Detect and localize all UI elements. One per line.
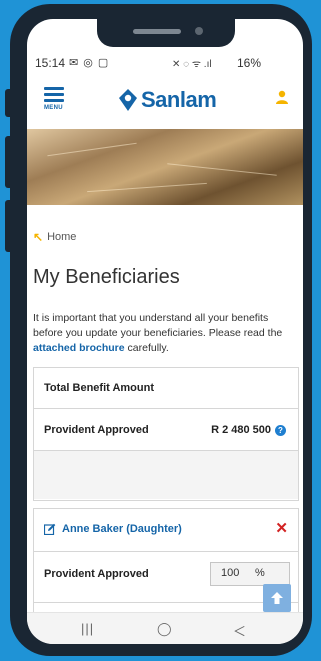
phone-notch (97, 19, 235, 47)
notification-icons: ✉ ◎ ▢ (69, 57, 110, 69)
hamburger-icon (44, 93, 64, 96)
user-icon (276, 90, 288, 104)
scroll-to-top-button[interactable] (263, 584, 291, 612)
status-bar: 15:14 ✉ ◎ ▢ ✕ ◌ ᯤ .ıl 16% (27, 56, 303, 72)
fund-label: Provident Approved (44, 568, 149, 580)
page-title: My Beneficiaries (33, 266, 180, 288)
percentage-input[interactable]: 100 % (210, 562, 290, 586)
menu-label: MENU (44, 105, 63, 111)
total-benefit-header: Total Benefit Amount (44, 382, 154, 394)
percentage-value: 100 (221, 567, 240, 579)
app-header: MENU Sanlam (27, 81, 303, 129)
table-row: Provident Approved R 2 480 500 ? (34, 409, 298, 451)
recent-apps-button[interactable]: ||| (81, 621, 94, 636)
screen: 15:14 ✉ ◎ ▢ ✕ ◌ ᯤ .ıl 16% MENU Sanlam ↖ … (27, 19, 303, 644)
back-button[interactable]: ＜ (233, 621, 246, 640)
benefit-label: Provident Approved (44, 424, 149, 436)
speaker (133, 29, 181, 34)
signal-icons: ✕ ◌ ᯤ .ıl (172, 59, 212, 70)
table-header-row: Total Benefit Amount (34, 368, 298, 409)
breadcrumb[interactable]: ↖ Home (33, 230, 76, 244)
beneficiary-allocation-row: Provident Approved 100 % (34, 552, 298, 603)
brand-logo[interactable]: Sanlam (119, 87, 217, 113)
help-icon[interactable]: ? (275, 424, 286, 436)
camera (195, 27, 203, 35)
beneficiary-header-row: Anne Baker (Daughter) ✕ (34, 509, 298, 552)
sanlam-shield-icon (119, 89, 137, 111)
battery-level: 16% (237, 56, 262, 70)
intro-text-start: It is important that you understand all … (33, 312, 283, 339)
benefit-amount-value: R 2 480 500 (211, 424, 271, 436)
android-nav-bar: ||| ◯ ＜ (27, 612, 303, 644)
remove-beneficiary-icon[interactable]: ✕ (275, 519, 288, 537)
phone-frame: 15:14 ✉ ◎ ▢ ✕ ◌ ᯤ .ıl 16% MENU Sanlam ↖ … (5, 4, 312, 656)
edit-beneficiary-link[interactable]: Anne Baker (Daughter) (44, 523, 182, 535)
home-button[interactable]: ◯ (157, 621, 172, 637)
intro-text: It is important that you understand all … (33, 311, 297, 356)
benefit-amount: R 2 480 500 ? (211, 424, 286, 436)
arrow-up-icon (271, 592, 283, 604)
hamburger-icon (44, 87, 64, 90)
hamburger-icon (44, 99, 64, 102)
user-profile-button[interactable] (275, 90, 289, 109)
arrow-up-left-icon: ↖ (33, 230, 44, 244)
percentage-unit: % (255, 567, 265, 579)
menu-button[interactable]: MENU (44, 87, 64, 111)
intro-text-end: carefully. (124, 342, 169, 354)
brand-name: Sanlam (141, 87, 217, 112)
side-button (5, 136, 11, 188)
table-empty-row (34, 451, 298, 499)
hero-banner-image (27, 129, 303, 205)
edit-icon (44, 523, 56, 535)
side-button (5, 89, 11, 117)
benefit-summary-table: Total Benefit Amount Provident Approved … (33, 367, 299, 501)
beneficiary-name: Anne Baker (Daughter) (62, 523, 182, 535)
status-time: 15:14 (35, 56, 66, 70)
breadcrumb-home[interactable]: Home (47, 231, 76, 243)
side-button (5, 200, 11, 252)
brochure-link[interactable]: attached brochure (33, 342, 125, 354)
